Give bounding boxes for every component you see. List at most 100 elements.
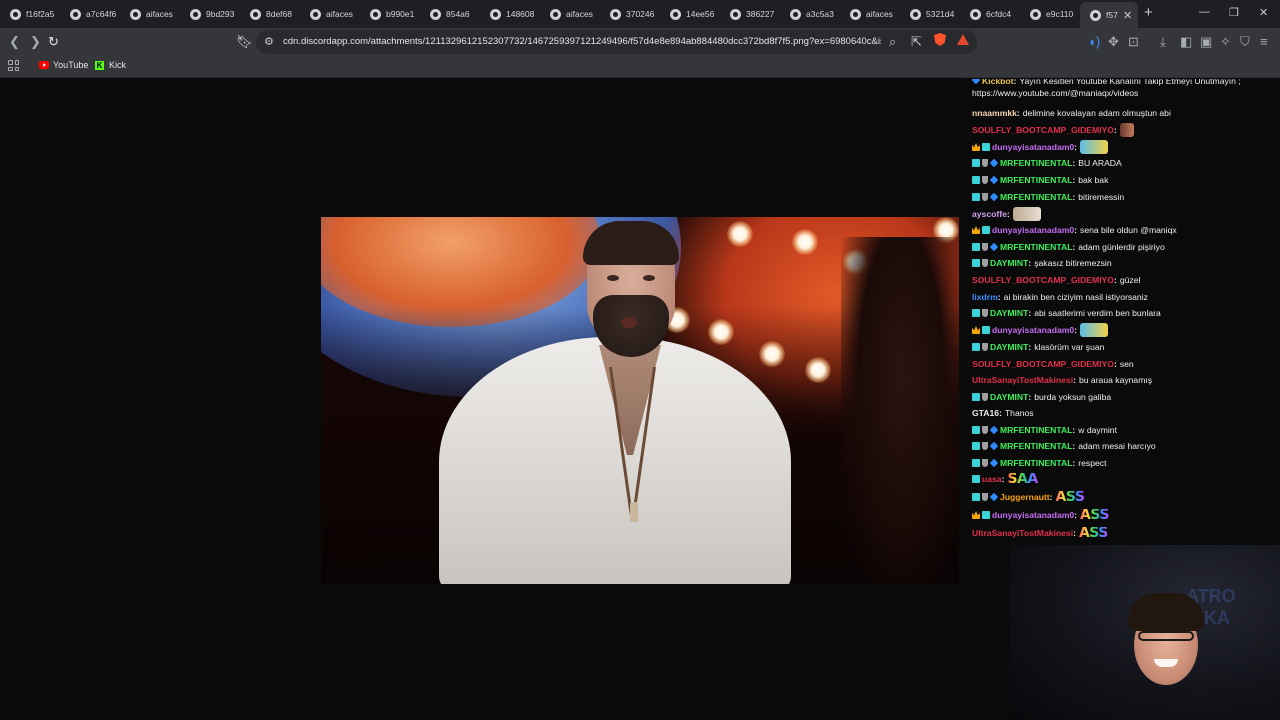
globe-icon bbox=[70, 8, 81, 20]
gem-badge-icon bbox=[989, 492, 999, 502]
sidebar-icon[interactable]: ◧ bbox=[1180, 34, 1192, 50]
chat-username[interactable]: Juggernautt bbox=[1000, 491, 1050, 503]
chat-username[interactable]: MRFENTINENTAL bbox=[1000, 457, 1072, 469]
chat-username[interactable]: Kickbot bbox=[982, 79, 1014, 86]
forward-icon[interactable]: ❯ bbox=[30, 34, 41, 50]
chat-username[interactable]: MRFENTINENTAL bbox=[1000, 174, 1072, 186]
tab[interactable]: 5321d4 bbox=[900, 0, 960, 28]
tab[interactable]: b990e1 bbox=[360, 0, 420, 28]
gem-badge-icon bbox=[989, 458, 999, 468]
bookmark-icon[interactable]: 🔖︎ bbox=[236, 34, 253, 50]
tab[interactable]: 386227 bbox=[720, 0, 780, 28]
chat-username[interactable]: nnaammkk bbox=[972, 107, 1017, 119]
chat-separator: : bbox=[1074, 510, 1078, 520]
tab[interactable]: f16f2a5 bbox=[0, 0, 60, 28]
chat-username[interactable]: dunyayisatanadam0 bbox=[992, 509, 1074, 521]
tab[interactable]: aifaces bbox=[540, 0, 600, 28]
tab[interactable]: 854a6 bbox=[420, 0, 480, 28]
vpn-icon[interactable]: ⛉ bbox=[1240, 34, 1250, 50]
tab[interactable]: e9c110 bbox=[1020, 0, 1080, 28]
chat-text: bu araua kaynamış bbox=[1078, 375, 1153, 385]
chat-username[interactable]: MRFENTINENTAL bbox=[1000, 241, 1072, 253]
chat-username[interactable]: lixdrm bbox=[972, 291, 998, 303]
chat-separator: : bbox=[1072, 158, 1076, 168]
bookmark-youtube[interactable]: YouTube bbox=[39, 60, 88, 70]
tab[interactable]: aifaces bbox=[120, 0, 180, 28]
tab[interactable]: 14ee56 bbox=[660, 0, 720, 28]
menu-icon[interactable]: ≡ bbox=[1260, 34, 1268, 50]
chat-username[interactable]: DAYMINT bbox=[990, 391, 1028, 403]
chat-username[interactable]: MRFENTINENTAL bbox=[1000, 424, 1072, 436]
chat-username[interactable]: UltraSanayiTostMakinesi bbox=[972, 374, 1073, 386]
tab[interactable]: a3c5a3 bbox=[780, 0, 840, 28]
chat-username[interactable]: uasa bbox=[982, 473, 1002, 485]
chat-username[interactable]: ayscoffe bbox=[972, 208, 1007, 220]
gem-badge-icon bbox=[989, 242, 999, 252]
bookmark-label: Kick bbox=[109, 60, 127, 70]
chat-username[interactable]: SOULFLY_BOOTCAMP_GIDEMIYO bbox=[972, 274, 1114, 286]
site-info-icon[interactable]: ⚙ bbox=[264, 35, 274, 48]
minimize-button[interactable]: — bbox=[1199, 6, 1210, 18]
wallet-icon[interactable]: ▣ bbox=[1200, 34, 1212, 50]
zoom-icon[interactable]: ⌕ bbox=[889, 34, 896, 50]
bookmarks-bar: YouTube K Kick bbox=[0, 56, 1280, 78]
tab-active[interactable]: f57 ✕ bbox=[1080, 2, 1138, 28]
chat-text: abi saatlerimi verdim ben bunlara bbox=[1034, 308, 1161, 318]
address-bar[interactable]: ⚙ cdn.discordapp.com/attachments/1211329… bbox=[256, 30, 977, 54]
tab-label: aifaces bbox=[566, 9, 593, 19]
tab[interactable]: 9bd293 bbox=[180, 0, 240, 28]
chat-username[interactable]: MRFENTINENTAL bbox=[1000, 191, 1072, 203]
chat-username[interactable]: UltraSanayiTostMakinesi bbox=[972, 527, 1073, 539]
chat-username[interactable]: dunyayisatanadam0 bbox=[992, 224, 1074, 236]
chat-separator: : bbox=[1028, 258, 1032, 268]
tab-strip: f16f2a5 a7c64f6 aifaces 9bd293 8def68 aifaces… bbox=[0, 0, 1280, 28]
chat-separator: : bbox=[1013, 79, 1017, 86]
chat-username[interactable]: MRFENTINENTAL bbox=[1000, 157, 1072, 169]
tab[interactable]: 8def68 bbox=[240, 0, 300, 28]
globe-icon bbox=[670, 8, 681, 20]
chat-message: MRFENTINENTAL: BU ARADA bbox=[972, 157, 1122, 169]
bookmark-kick[interactable]: K Kick bbox=[95, 60, 126, 70]
tab[interactable]: 370246 bbox=[600, 0, 660, 28]
chat-username[interactable]: MRFENTINENTAL bbox=[1000, 440, 1072, 452]
extensions-icon[interactable]: ✥ bbox=[1108, 34, 1119, 50]
tab[interactable]: aifaces bbox=[300, 0, 360, 28]
chat-username[interactable]: DAYMINT bbox=[990, 341, 1028, 353]
tab[interactable]: a7c64f6 bbox=[60, 0, 120, 28]
tab[interactable]: 6cfdc4 bbox=[960, 0, 1020, 28]
chat-username[interactable]: DAYMINT bbox=[990, 257, 1028, 269]
tab[interactable]: aifaces bbox=[840, 0, 900, 28]
leo-ai-icon[interactable]: ✧ bbox=[1220, 34, 1231, 50]
back-icon[interactable]: ❮ bbox=[9, 34, 20, 50]
reload-icon[interactable]: ↻ bbox=[48, 34, 59, 50]
chat-separator: : bbox=[1113, 275, 1117, 285]
maximize-button[interactable]: ❐ bbox=[1229, 6, 1239, 19]
crown-badge-icon bbox=[972, 226, 980, 234]
chat-username[interactable]: DAYMINT bbox=[990, 307, 1028, 319]
url-text[interactable]: cdn.discordapp.com/attachments/121132961… bbox=[283, 36, 881, 47]
chat-emote bbox=[1012, 207, 1041, 221]
sub-badge-icon bbox=[972, 393, 980, 401]
audio-icon[interactable]: ◖) bbox=[1088, 34, 1100, 50]
brave-rewards-icon[interactable] bbox=[957, 34, 969, 45]
downloads-icon[interactable]: ⤓ bbox=[1160, 34, 1166, 50]
chat-username[interactable]: GTA16 bbox=[972, 407, 999, 419]
chat-message: dunyayisatanadam0: ASS bbox=[972, 508, 1109, 522]
close-tab-icon[interactable]: ✕ bbox=[1123, 9, 1132, 22]
chat-separator: : bbox=[1072, 192, 1076, 202]
chat-separator: : bbox=[1049, 492, 1053, 502]
screenshot-icon[interactable]: ⊡ bbox=[1128, 34, 1139, 50]
chat-username[interactable]: SOULFLY_BOOTCAMP_GIDEMIYO bbox=[972, 358, 1114, 370]
chat-message: MRFENTINENTAL: adam günlerdir pişiriyo bbox=[972, 241, 1165, 253]
tab[interactable]: 148608 bbox=[480, 0, 540, 28]
close-window-button[interactable]: ✕ bbox=[1259, 6, 1268, 19]
chat-username[interactable]: dunyayisatanadam0 bbox=[992, 141, 1074, 153]
apps-grid-icon[interactable] bbox=[8, 60, 19, 71]
new-tab-button[interactable]: + bbox=[1144, 5, 1153, 21]
performer-eye bbox=[643, 275, 655, 281]
globe-icon bbox=[790, 8, 801, 20]
shield-badge-icon bbox=[982, 309, 988, 317]
chat-username[interactable]: SOULFLY_BOOTCAMP_GIDEMIYO bbox=[972, 124, 1114, 136]
share-icon[interactable]: ⇱ bbox=[911, 34, 922, 50]
chat-username[interactable]: dunyayisatanadam0 bbox=[992, 324, 1074, 336]
